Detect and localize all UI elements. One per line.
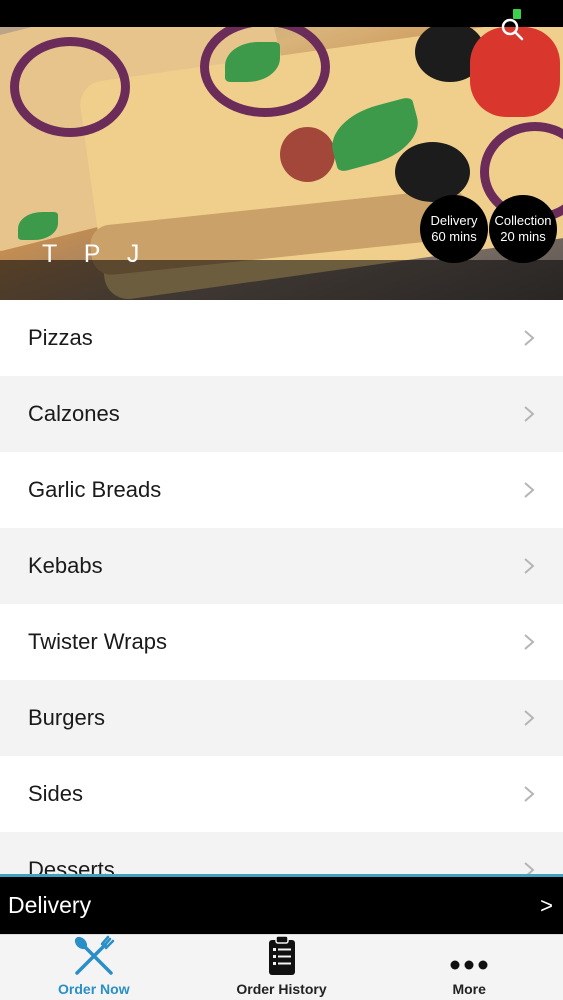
more-dots-icon bbox=[450, 960, 488, 970]
tab-bar: Order Now Order History More bbox=[0, 934, 563, 1000]
collection-time-badge: Collection 20 mins bbox=[489, 195, 557, 263]
order-mode-label: Delivery bbox=[8, 892, 92, 918]
tab-label: Order History bbox=[236, 981, 327, 997]
category-label: Burgers bbox=[28, 705, 106, 730]
chevron-right-icon bbox=[524, 558, 535, 574]
tab-label: Order Now bbox=[58, 981, 130, 997]
collection-badge-time: 20 mins bbox=[500, 229, 546, 244]
category-item-pizzas[interactable]: Pizzas bbox=[0, 300, 563, 376]
category-label: Pizzas bbox=[28, 325, 93, 350]
order-mode-bar[interactable]: Delivery > bbox=[0, 874, 563, 934]
chevron-right-icon bbox=[524, 786, 535, 802]
delivery-badge-title: Delivery bbox=[430, 213, 478, 228]
chevron-right-icon bbox=[524, 406, 535, 422]
category-label: Twister Wraps bbox=[28, 629, 167, 654]
status-bar bbox=[0, 0, 563, 27]
chevron-right-icon bbox=[524, 634, 535, 650]
category-label: Kebabs bbox=[28, 553, 103, 578]
category-label: Sides bbox=[28, 781, 84, 806]
search-icon[interactable] bbox=[499, 16, 525, 42]
tab-more[interactable]: More bbox=[375, 935, 563, 1000]
chevron-right-icon bbox=[524, 330, 535, 346]
category-item-twister-wraps[interactable]: Twister Wraps bbox=[0, 604, 563, 680]
category-item-kebabs[interactable]: Kebabs bbox=[0, 528, 563, 604]
category-label: Calzones bbox=[28, 401, 120, 426]
delivery-time-badge: Delivery 60 mins bbox=[420, 195, 488, 263]
tab-order-now[interactable]: Order Now bbox=[0, 935, 188, 1000]
category-item-garlic-breads[interactable]: Garlic Breads bbox=[0, 452, 563, 528]
category-item-desserts[interactable]: Desserts bbox=[0, 832, 563, 875]
category-list: Pizzas Calzones Garlic Breads Kebabs Twi… bbox=[0, 300, 563, 875]
category-item-sides[interactable]: Sides bbox=[0, 756, 563, 832]
chevron-right-icon bbox=[524, 862, 535, 875]
tab-order-history[interactable]: Order History bbox=[188, 935, 376, 1000]
category-label: Garlic Breads bbox=[28, 477, 162, 502]
category-item-burgers[interactable]: Burgers bbox=[0, 680, 563, 756]
delivery-badge-time: 60 mins bbox=[431, 229, 477, 244]
fork-knife-icon bbox=[74, 935, 115, 975]
collection-badge-title: Collection bbox=[494, 213, 552, 228]
chevron-right-icon bbox=[524, 482, 535, 498]
chevron-right-icon bbox=[524, 710, 535, 726]
category-item-calzones[interactable]: Calzones bbox=[0, 376, 563, 452]
order-mode-arrow: > bbox=[540, 892, 553, 918]
restaurant-name: T P J bbox=[42, 240, 150, 268]
tab-label: More bbox=[452, 981, 486, 997]
category-label: Desserts bbox=[28, 857, 115, 875]
clipboard-list-icon bbox=[268, 935, 295, 975]
